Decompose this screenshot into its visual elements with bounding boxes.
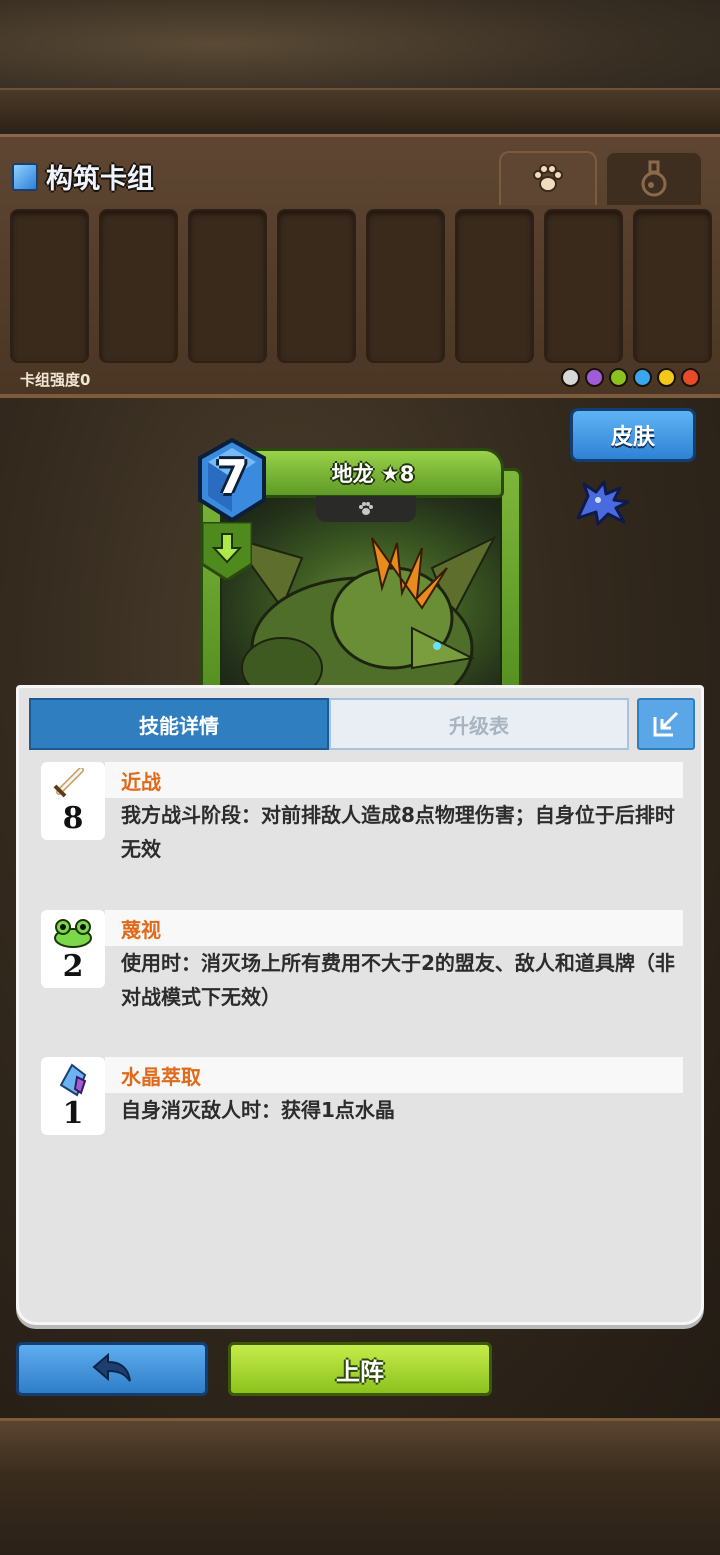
back-arrow-icon [92,1353,131,1382]
crystal-icon [59,1063,87,1097]
skin-button[interactable]: 皮肤 [570,408,696,462]
potion-icon [641,160,667,197]
deck-strength: 卡组强度0 [20,371,91,389]
card-art [220,496,502,696]
skill-value: 1 [62,1096,84,1131]
back-button[interactable] [16,1342,208,1396]
card-cost: 7 [215,450,248,504]
card-name-banner: 地龙 ★8 [242,448,504,498]
tab-items[interactable] [605,151,703,205]
deck-slot[interactable] [10,209,89,363]
deck-slots [10,209,712,363]
collapse-button[interactable] [637,698,695,750]
shadow-element-icon [585,368,604,387]
deploy-button[interactable]: 上阵 [228,1342,492,1396]
background-bottom [0,1418,720,1555]
skill-value: 8 [62,801,84,836]
skill-name: 水晶萃取 [105,1057,683,1093]
collapse-arrow-icon [653,711,679,737]
tab-skill-details[interactable]: 技能详情 [29,698,329,750]
paw-icon [533,164,563,192]
skill-name: 蔑视 [105,910,683,946]
skill-icon: 2 [41,910,105,988]
deck-header: 构筑卡组 [12,157,154,196]
thunder-element-icon [657,368,676,387]
deck-slot[interactable] [277,209,356,363]
sword-icon [53,768,84,798]
deck-slot[interactable] [544,209,623,363]
paw-icon [359,502,373,515]
earth-element-icon [609,368,628,387]
background-band [0,88,720,130]
deck-slot[interactable] [188,209,267,363]
dragon-emblem-icon [576,480,630,526]
skill-icon: 1 [41,1057,105,1135]
skill-description: 自身消灭敌人时：获得1点水晶 [121,1098,395,1122]
deck-slot[interactable] [455,209,534,363]
card-deck-icon [12,162,38,191]
neutral-element-icon [561,368,580,387]
card-name: 地龙 ★8 [331,462,415,486]
fire-element-icon [681,368,700,387]
deck-panel: 构筑卡组 卡组强度0 [0,134,720,398]
creature-card[interactable]: 地龙 ★8 7 [196,438,530,728]
skill-description: 使用时：消灭场上所有费用不大于2的盟友、敌人和道具牌（非对战模式下无效） [121,951,675,1009]
deck-slot[interactable] [99,209,178,363]
deck-slot[interactable] [633,209,712,363]
element-indicators [561,368,700,387]
skill-name: 近战 [105,762,683,798]
skill-icon: 8 [41,762,105,840]
deck-slot[interactable] [366,209,445,363]
card-type-tab [316,496,416,522]
skill-detail-panel: 技能详情 升级表 8 近战 我方战斗阶段：对前排敌人造成8点物理伤害；自身位于后… [16,685,704,1325]
skill-description: 我方战斗阶段：对前排敌人造成8点物理伤害；自身位于后排时无效 [121,803,675,861]
tab-upgrade-table[interactable]: 升级表 [329,698,629,750]
tab-creatures[interactable] [499,151,597,205]
frog-icon [54,919,92,948]
skill-tabs: 技能详情 升级表 [29,698,629,750]
skill-value: 2 [62,949,84,984]
deck-title: 构筑卡组 [46,164,154,195]
water-element-icon [633,368,652,387]
dragon-illustration [229,535,497,694]
earth-arrow-icon [202,522,252,580]
